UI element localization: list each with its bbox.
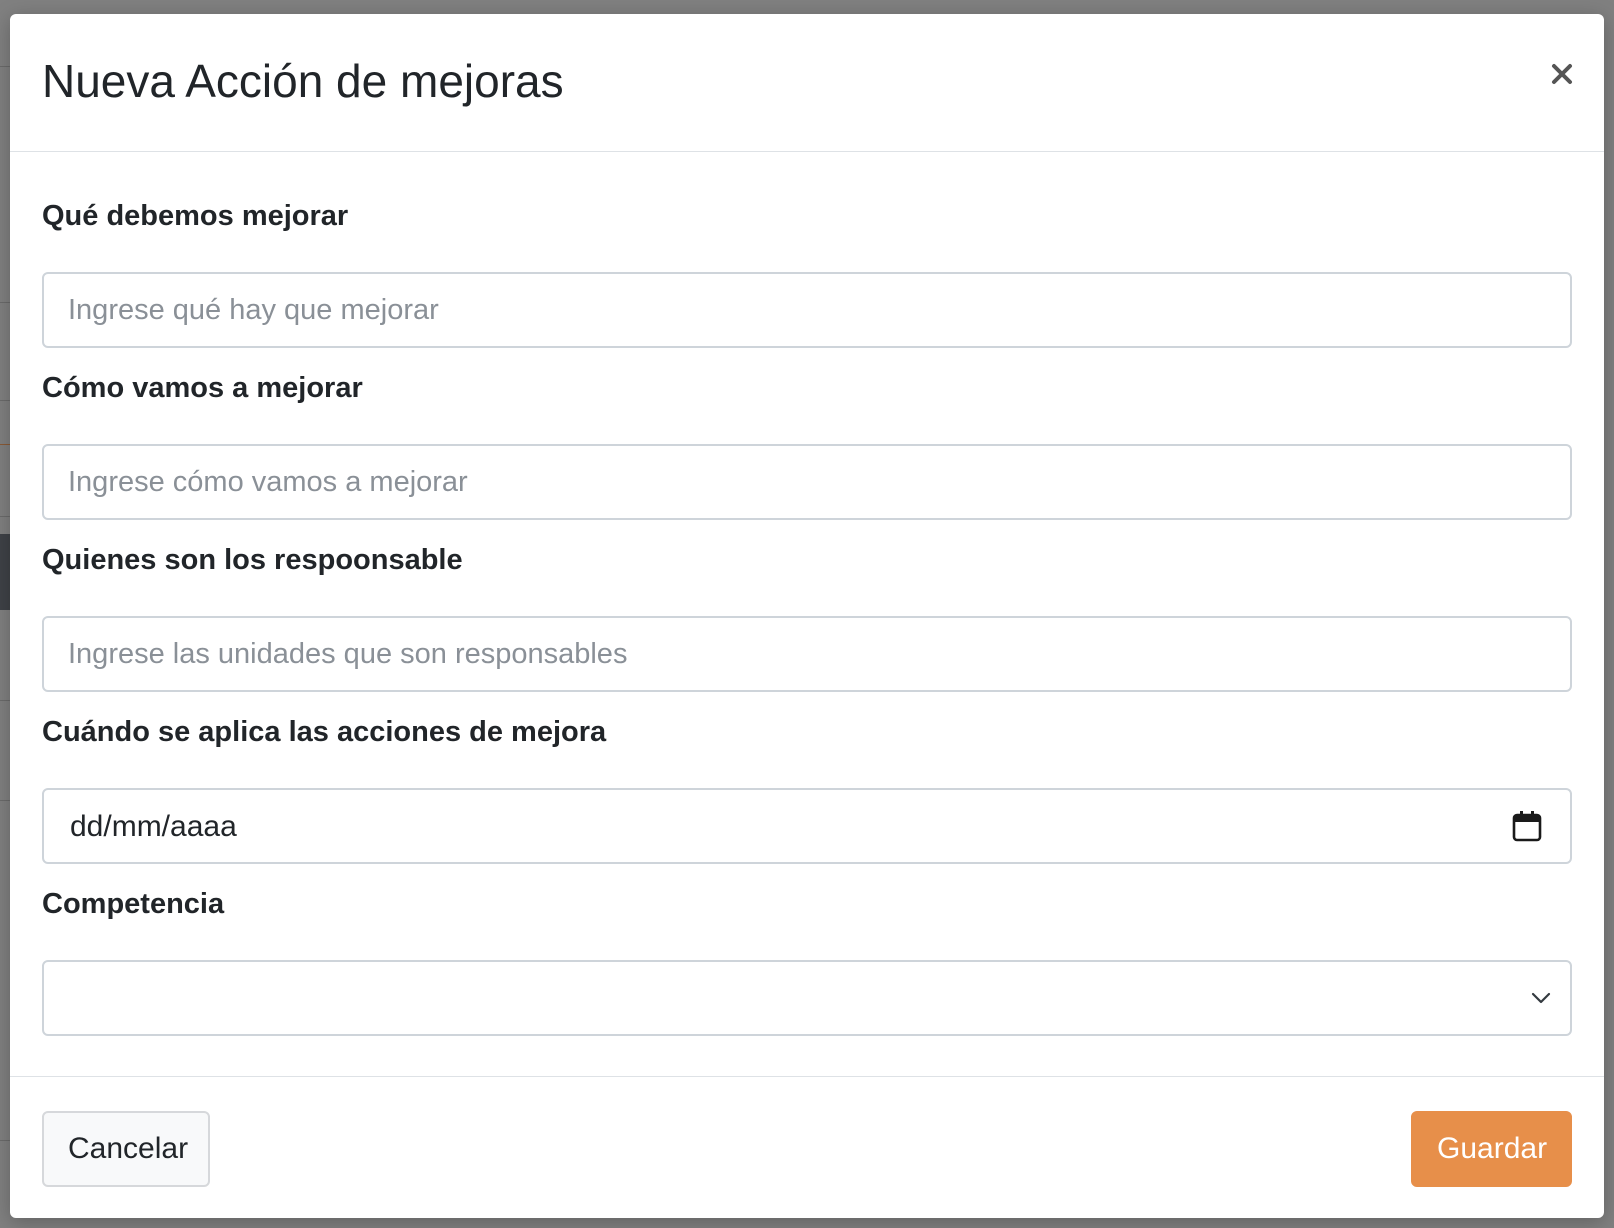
when-label: Cuándo se aplica las acciones de mejora	[42, 716, 607, 748]
responsible-input[interactable]	[42, 616, 1572, 692]
chevron-down-icon	[1531, 992, 1551, 1004]
cancel-button[interactable]: Cancelar	[42, 1111, 210, 1187]
modal-header: Nueva Acción de mejoras	[10, 14, 1604, 152]
close-icon	[1552, 64, 1572, 84]
how-input[interactable]	[42, 444, 1572, 520]
date-value: dd/mm/aaaa	[70, 810, 237, 843]
improve-input[interactable]	[42, 272, 1572, 348]
modal-title: Nueva Acción de mejoras	[42, 55, 564, 107]
competence-select[interactable]	[42, 960, 1572, 1036]
competence-label: Competencia	[42, 888, 225, 920]
modal-footer: Cancelar Guardar	[10, 1076, 1604, 1218]
how-label: Cómo vamos a mejorar	[42, 372, 363, 404]
background-dark-block	[0, 534, 10, 610]
date-input[interactable]: dd/mm/aaaa	[42, 788, 1572, 864]
new-improvement-action-modal: Nueva Acción de mejoras Qué debemos mejo…	[10, 14, 1604, 1218]
responsible-label: Quienes son los respoonsable	[42, 544, 463, 576]
save-button[interactable]: Guardar	[1411, 1111, 1572, 1187]
calendar-icon[interactable]	[1512, 810, 1542, 842]
close-button[interactable]	[1542, 54, 1582, 94]
improve-label: Qué debemos mejorar	[42, 200, 349, 232]
